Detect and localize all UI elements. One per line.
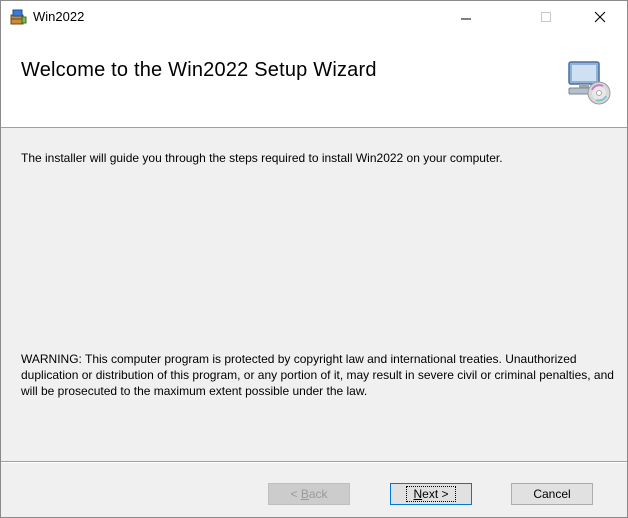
back-button-accelerator: B: [300, 487, 309, 501]
back-button-label-rest: ack: [308, 487, 328, 501]
wizard-body: The installer will guide you through the…: [1, 128, 627, 461]
wizard-header-banner: Welcome to the Win2022 Setup Wizard: [1, 33, 627, 128]
page-title: Welcome to the Win2022 Setup Wizard: [21, 59, 377, 81]
copyright-warning-text: WARNING: This computer program is protec…: [21, 352, 614, 398]
minimize-icon: [461, 18, 471, 20]
next-button[interactable]: Next >: [390, 483, 472, 505]
cancel-button[interactable]: Cancel: [511, 483, 593, 505]
computer-cd-icon: [563, 56, 613, 106]
maximize-button[interactable]: [523, 1, 569, 33]
installer-package-icon: [9, 8, 27, 26]
intro-text: The installer will guide you through the…: [21, 151, 503, 165]
next-button-focus-rect: Next >: [406, 486, 456, 502]
next-button-accelerator: N: [413, 487, 423, 501]
title-bar[interactable]: Win2022: [1, 1, 627, 33]
next-button-label-rest: ext >: [422, 487, 449, 501]
maximize-icon: [541, 12, 551, 22]
back-button-prefix: <: [290, 487, 301, 501]
close-button[interactable]: [577, 1, 623, 33]
setup-wizard-window: Win2022 Welcome to the Win2022 Setup Wiz…: [0, 0, 628, 518]
wizard-footer: < Back Next > Cancel: [1, 463, 627, 517]
close-icon: [594, 11, 606, 23]
window-title: Win2022: [33, 9, 85, 24]
back-button[interactable]: < Back: [268, 483, 350, 505]
minimize-button[interactable]: [443, 1, 489, 33]
